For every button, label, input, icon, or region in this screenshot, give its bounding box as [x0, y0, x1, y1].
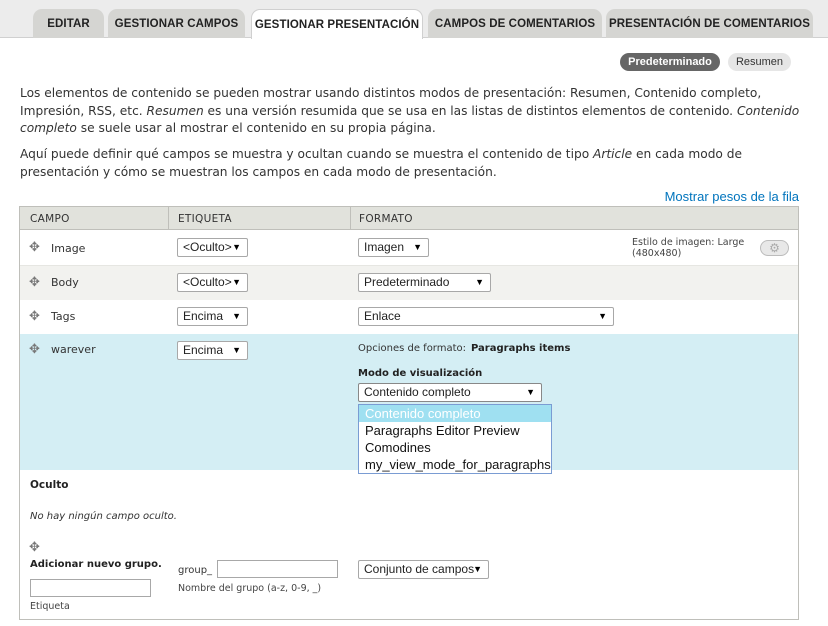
field-name: Image: [51, 242, 86, 255]
add-group-title: Adicionar nuevo grupo.: [30, 559, 162, 570]
chevron-down-icon: ▼: [526, 387, 535, 397]
tab-campos-comentarios[interactable]: CAMPOS DE COMENTARIOS: [428, 9, 602, 38]
group-name-hint: Nombre del grupo (a-z, 0-9, _): [178, 583, 322, 594]
group-name-input[interactable]: [217, 560, 338, 578]
chevron-down-icon: ▼: [475, 277, 484, 287]
label-select[interactable]: Encima ▼: [177, 341, 248, 360]
format-select[interactable]: Predeterminado ▼: [358, 273, 491, 292]
chevron-down-icon: ▼: [413, 242, 422, 252]
table-row: ✥ Image <Oculto> ▼ Imagen ▼ Estilo de imag…: [20, 231, 798, 266]
group-prefix: group_: [178, 565, 213, 576]
col-header-formato: FORMATO: [359, 213, 413, 225]
chevron-down-icon: ▼: [232, 277, 241, 287]
dropdown-option[interactable]: Comodines: [359, 439, 551, 456]
format-select[interactable]: Enlace ▼: [358, 307, 614, 326]
format-summary: Estilo de imagen: Large (480x480): [632, 237, 745, 259]
col-header-campo: CAMPO: [30, 213, 70, 225]
drag-handle-icon[interactable]: ✥: [29, 275, 40, 290]
drag-handle-icon[interactable]: ✥: [29, 240, 40, 255]
fields-table: CAMPO ETIQUETA FORMATO ✥ Image <Oculto> ▼…: [19, 206, 799, 620]
field-name: Body: [51, 276, 79, 289]
field-name: Tags: [51, 310, 76, 323]
chevron-down-icon: ▼: [598, 311, 607, 321]
chevron-down-icon: ▼: [232, 345, 241, 355]
hidden-region-title: Oculto: [30, 479, 69, 491]
group-type-select[interactable]: Conjunto de campos ▼: [358, 560, 489, 579]
tab-gestionar-presentacion[interactable]: GESTIONAR PRESENTACIÓN: [251, 9, 423, 39]
dropdown-option[interactable]: my_view_mode_for_paragraphs: [359, 456, 551, 473]
view-mode-teaser[interactable]: Resumen: [728, 53, 791, 71]
col-header-etiqueta: ETIQUETA: [178, 213, 232, 225]
group-label-input[interactable]: [30, 579, 151, 597]
table-row: ✥ Body <Oculto> ▼ Predeterminado ▼: [20, 266, 798, 300]
tab-presentacion-comentarios[interactable]: PRESENTACIÓN DE COMENTARIOS: [606, 9, 813, 38]
label-select[interactable]: <Oculto> ▼: [177, 273, 248, 292]
view-mode-select[interactable]: Contenido completo ▼: [358, 383, 542, 402]
dropdown-option[interactable]: Contenido completo: [359, 405, 551, 422]
drag-handle-icon[interactable]: ✥: [29, 342, 40, 357]
intro-paragraph-2: Aquí puede definir qué campos se muestra…: [20, 147, 742, 179]
drag-handle-icon[interactable]: ✥: [29, 309, 40, 324]
show-row-weights-link[interactable]: Mostrar pesos de la fila: [665, 189, 799, 204]
tab-gestionar-campos[interactable]: GESTIONAR CAMPOS: [108, 9, 245, 38]
drag-handle-icon[interactable]: ✥: [29, 540, 40, 555]
label-select[interactable]: Encima ▼: [177, 307, 248, 326]
format-select[interactable]: Imagen ▼: [358, 238, 429, 257]
tab-editar[interactable]: EDITAR: [33, 9, 104, 38]
intro-paragraph-1: Los elementos de contenido se pueden mos…: [20, 86, 800, 135]
hidden-empty-message: No hay ningún campo oculto.: [30, 511, 177, 522]
view-mode-dropdown-list: Contenido completo Paragraphs Editor Pre…: [358, 404, 552, 474]
gear-icon[interactable]: ⚙: [760, 240, 789, 256]
format-options-label: Opciones de formato:: [358, 343, 467, 354]
group-label-hint: Etiqueta: [30, 601, 70, 612]
field-name: warever: [51, 343, 96, 356]
chevron-down-icon: ▼: [232, 311, 241, 321]
table-row: ✥ Tags Encima ▼ Enlace ▼: [20, 300, 798, 334]
chevron-down-icon: ▼: [473, 564, 482, 574]
view-mode-label: Modo de visualización: [358, 368, 483, 379]
table-header: CAMPO ETIQUETA FORMATO: [20, 207, 798, 230]
view-mode-default[interactable]: Predeterminado: [620, 53, 720, 71]
chevron-down-icon: ▼: [232, 242, 241, 252]
format-options-value: Paragraphs items: [471, 343, 571, 354]
label-select[interactable]: <Oculto> ▼: [177, 238, 248, 257]
primary-tabs: EDITAR GESTIONAR CAMPOS GESTIONAR PRESEN…: [0, 0, 828, 39]
dropdown-option[interactable]: Paragraphs Editor Preview: [359, 422, 551, 439]
